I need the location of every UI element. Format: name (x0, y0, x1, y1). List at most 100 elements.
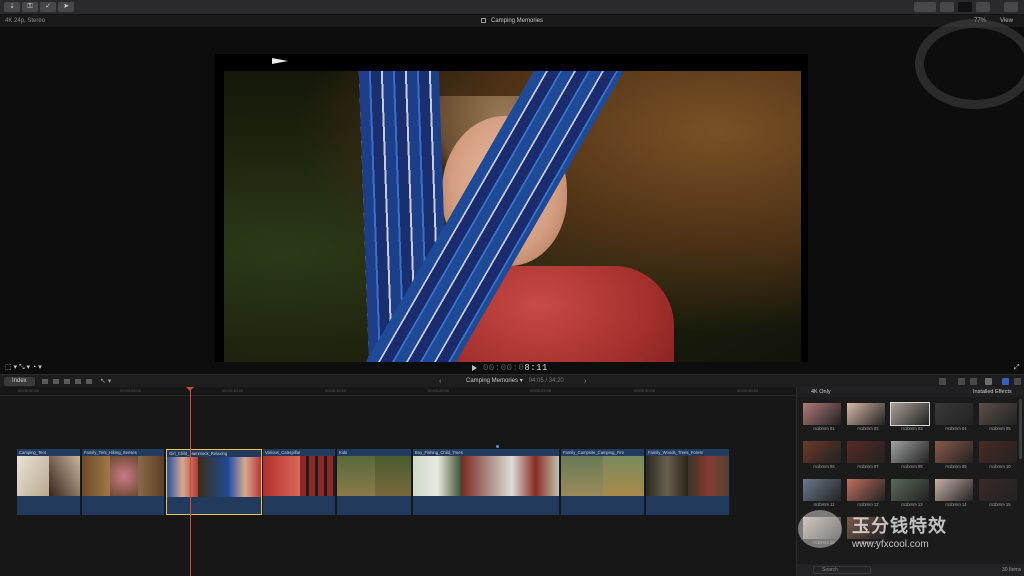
timeline-ruler[interactable]: 00:00:00:00 00:00:05:00 00:00:10:00 00:0… (0, 387, 796, 396)
insert-icon[interactable] (53, 379, 59, 384)
effect-thumbnail[interactable]: m1brnm 08 (891, 441, 929, 471)
inspector-icon[interactable] (976, 2, 990, 12)
effect-thumbnail[interactable]: m1brnm 09 (935, 441, 973, 471)
share-export-icon[interactable] (1004, 2, 1018, 12)
effect-thumbnail[interactable]: m1brnm 12 (847, 479, 885, 509)
project-title: Camping Memories (490, 18, 544, 24)
clip-name: Various_Caterpillar (265, 450, 301, 455)
search-field[interactable]: Search (813, 566, 871, 574)
fullscreen-icon[interactable]: ⤢ (1014, 362, 1020, 374)
effect-label: m1brnm 07 (857, 464, 879, 469)
effect-label: m1brnm 14 (945, 502, 967, 507)
selected-timeline-clip[interactable]: Girl_Child_Hammock_Relaxing (166, 449, 262, 515)
video-frame (215, 54, 808, 388)
clip-name: Kids (339, 450, 348, 455)
timeline-clip[interactable]: Boy_Fishing_Child_Trees (413, 449, 560, 515)
timeline-clip[interactable]: Family_Tent_Hiking_Senses (82, 449, 165, 515)
effect-thumbnail[interactable]: m1brnm 07 (847, 441, 885, 471)
clip-name: Family_Tent_Hiking_Senses (84, 450, 137, 455)
top-marker-icon (272, 58, 288, 64)
checkmark-icon[interactable]: ✓ (40, 2, 56, 12)
effect-thumbnail[interactable]: m1brnm 02 (847, 403, 885, 433)
item-count: 30 Items (1002, 567, 1022, 573)
ruler-label: 00:00:20:00 (428, 388, 450, 393)
effect-thumbnail[interactable]: m1brnm 11 (803, 479, 841, 509)
layout-toggle-button[interactable] (914, 2, 936, 12)
index-button[interactable]: Index (4, 377, 35, 386)
watermark-logo (798, 510, 842, 548)
clip-appearance-icon[interactable] (86, 379, 92, 384)
headphones-icon[interactable] (958, 378, 965, 385)
effect-thumbnail[interactable]: m1brnm 10 (979, 441, 1017, 471)
clip-thumbnails (17, 456, 80, 496)
timeline-clip[interactable]: Family_Woods_Trees_Forest (646, 449, 730, 515)
key-icon[interactable]: ⚿ (22, 2, 38, 12)
solo-icon[interactable] (970, 378, 977, 385)
effect-thumbnail[interactable]: m1brnm 01 (803, 403, 841, 433)
clip-name: Camping_Tent (19, 450, 47, 455)
clip-thumbnails (646, 456, 729, 496)
timeline[interactable]: 00:00:00:00 00:00:05:00 00:00:10:00 00:0… (0, 387, 796, 576)
transform-tool-icon[interactable]: ⬚ ▾ ⤡ ▾ ◔ ▾ (5, 362, 42, 374)
browser-footer: Search 30 Items (797, 564, 1024, 576)
play-icon[interactable] (472, 365, 477, 371)
effect-thumbnail[interactable]: m1brnm 15 (979, 479, 1017, 509)
timeline-clip[interactable]: Camping_Tent (17, 449, 81, 515)
video-image (224, 71, 801, 369)
import-icon[interactable]: ⇣ (4, 2, 20, 12)
effect-thumbnail[interactable]: m1brnm 14 (935, 479, 973, 509)
clip-thumbnails (263, 456, 335, 496)
installed-effects-menu[interactable]: Installed Effects (973, 387, 1012, 397)
category-label[interactable]: 4K Only (811, 387, 831, 397)
effect-preview (935, 403, 973, 425)
clip-thumbnails (167, 457, 261, 497)
timeline-clip[interactable]: Family_Campsite_Camping_Fire (561, 449, 645, 515)
effect-thumbnail[interactable]: m1brnm 05 (979, 403, 1017, 433)
timeline-clip[interactable]: Kids (337, 449, 412, 515)
clip-thumbnails (82, 456, 164, 496)
transitions-icon[interactable] (1014, 378, 1021, 385)
fcp-window: ⇣ ⚿ ✓ ➤ 4K 24p, Stereo Camping Memories … (0, 0, 1024, 576)
audio-skimming-icon[interactable] (939, 378, 946, 385)
effect-thumbnail[interactable]: m1brnm 06 (803, 441, 841, 471)
playhead[interactable] (190, 387, 191, 576)
effect-label: m1brnm 08 (901, 464, 923, 469)
effect-preview (847, 403, 885, 425)
effect-preview (803, 403, 841, 425)
timeline-clip[interactable]: Various_Caterpillar (263, 449, 336, 515)
share-icon[interactable]: ➤ (58, 2, 74, 12)
clip-thumbnails (413, 456, 559, 496)
effect-preview (890, 402, 930, 426)
viewer (0, 19, 1024, 388)
effect-preview (891, 479, 929, 501)
timecode-display[interactable]: 00:00:08:11 (483, 362, 548, 374)
ruler-label: 00:00:35:00 (737, 388, 759, 393)
transport-bar: ⬚ ▾ ⤡ ▾ ◔ ▾ 00:00:08:11 ⤢ (0, 362, 1024, 374)
effect-preview (935, 441, 973, 463)
effect-thumbnail[interactable]: m1brnm 13 (891, 479, 929, 509)
project-icon (480, 17, 486, 23)
append-icon[interactable] (64, 379, 70, 384)
connect-icon[interactable] (42, 379, 48, 384)
snapping-icon[interactable] (985, 378, 992, 385)
clip-name: Boy_Fishing_Child_Trees (415, 450, 463, 455)
effect-thumbnail[interactable]: m1brnm 04 (935, 403, 973, 433)
browser-grid-icon[interactable] (940, 2, 954, 12)
marker-dot[interactable] (496, 445, 499, 448)
ruler-label: 00:00:10:00 (222, 388, 244, 393)
viewer-header: 4K 24p, Stereo Camping Memories 77% View (0, 15, 1024, 27)
timeline-layout-icon[interactable] (958, 2, 972, 12)
effect-label: m1brnm 13 (901, 502, 923, 507)
ruler-label: 00:00:00:00 (18, 388, 40, 393)
overwrite-icon[interactable] (75, 379, 81, 384)
effects-browser-icon[interactable] (1002, 378, 1009, 385)
effect-thumbnail[interactable]: m1brnm 03 (890, 402, 930, 433)
ruler-label: 00:00:25:00 (530, 388, 552, 393)
effect-preview (979, 441, 1017, 463)
clip-name: Family_Woods_Trees_Forest (648, 450, 703, 455)
effect-label: m1brnm 11 (813, 502, 835, 507)
playhead-handle[interactable] (186, 387, 194, 391)
effect-label: m1brnm 03 (901, 426, 923, 431)
browser-header: 4K Only Installed Effects (797, 387, 1024, 397)
effect-label: m1brnm 10 (989, 464, 1011, 469)
